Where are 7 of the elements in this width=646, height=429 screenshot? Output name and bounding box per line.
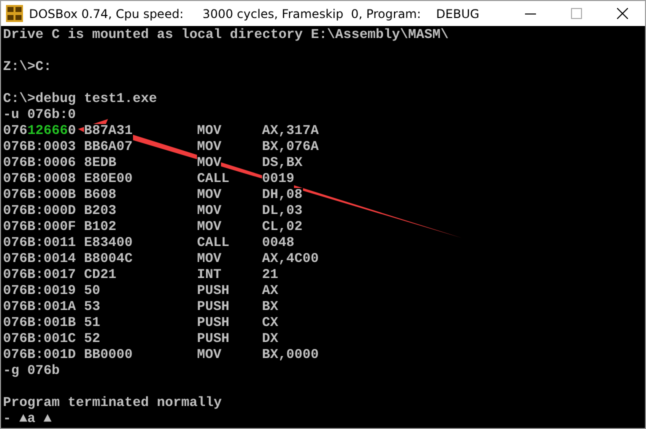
window-title: DOSBox 0.74, Cpu speed: 3000 cycles, Frameskip 0, Program: DEBUG [29,6,480,20]
machine-code: B87A31 [84,124,133,140]
app-logo-icon [6,5,23,22]
mnemonic: MOV [197,140,222,156]
close-icon [616,8,628,19]
operands: 0019 [262,172,294,188]
maximize-icon [570,8,582,19]
